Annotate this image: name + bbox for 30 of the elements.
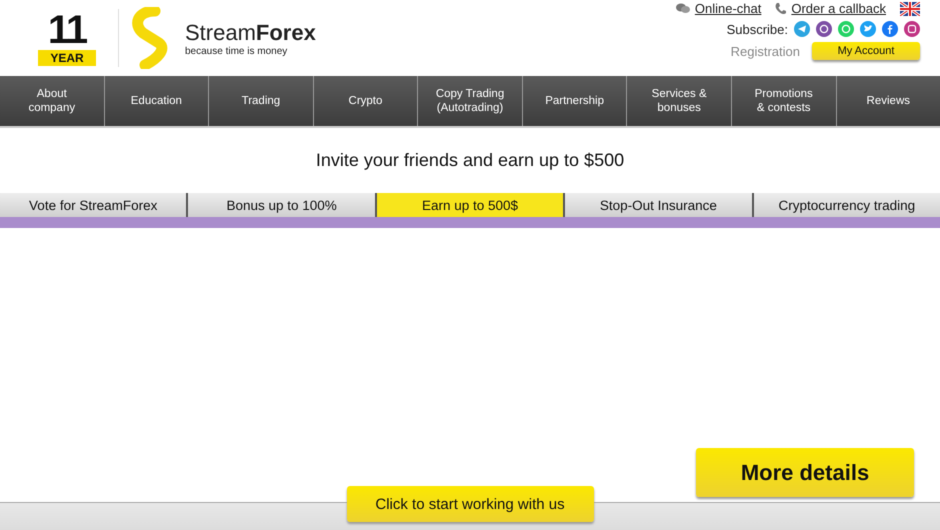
letter-f-icon[interactable] (882, 21, 898, 37)
nav-item[interactable]: Partnership (522, 76, 626, 126)
bird-icon[interactable] (860, 21, 876, 37)
promo-tab[interactable]: Vote for StreamForex (0, 193, 186, 217)
flag-icon[interactable] (900, 2, 920, 16)
registration-link[interactable]: Registration (730, 44, 800, 58)
brand-name: StreamForex (185, 20, 316, 46)
subscribe-label: Subscribe: (726, 22, 788, 36)
nav-item[interactable]: Copy Trading (Autotrading) (417, 76, 522, 126)
nav-item[interactable]: Promotions & contests (730, 76, 836, 126)
chat-icon (676, 3, 690, 14)
nav-item[interactable]: Services & bonuses (626, 76, 731, 126)
start-button[interactable]: Click to start working with us (346, 486, 594, 522)
years-number: 11 (48, 10, 86, 50)
promo-tab[interactable]: Earn up to 500$ (374, 193, 564, 217)
phone-icon (775, 2, 786, 14)
paper-plane-icon[interactable] (794, 21, 810, 37)
page-heading: Invite your friends and earn up to $500 (314, 150, 626, 172)
nav-item[interactable]: Education (104, 76, 208, 126)
nav-item[interactable]: About company (0, 76, 104, 126)
nav-item[interactable]: Trading (208, 76, 313, 126)
nav-item[interactable]: Reviews (836, 76, 940, 126)
year-ribbon: YEAR (38, 50, 96, 66)
header-link[interactable]: Online-chat (694, 1, 762, 16)
more-details-button[interactable]: More details (696, 448, 914, 497)
camera-icon[interactable] (904, 21, 920, 37)
header-link[interactable]: Order a callback (791, 1, 886, 16)
my-account-button[interactable]: My Account (812, 42, 920, 60)
nav-item[interactable]: Crypto (312, 76, 418, 126)
tagline: because time is money (185, 46, 288, 56)
